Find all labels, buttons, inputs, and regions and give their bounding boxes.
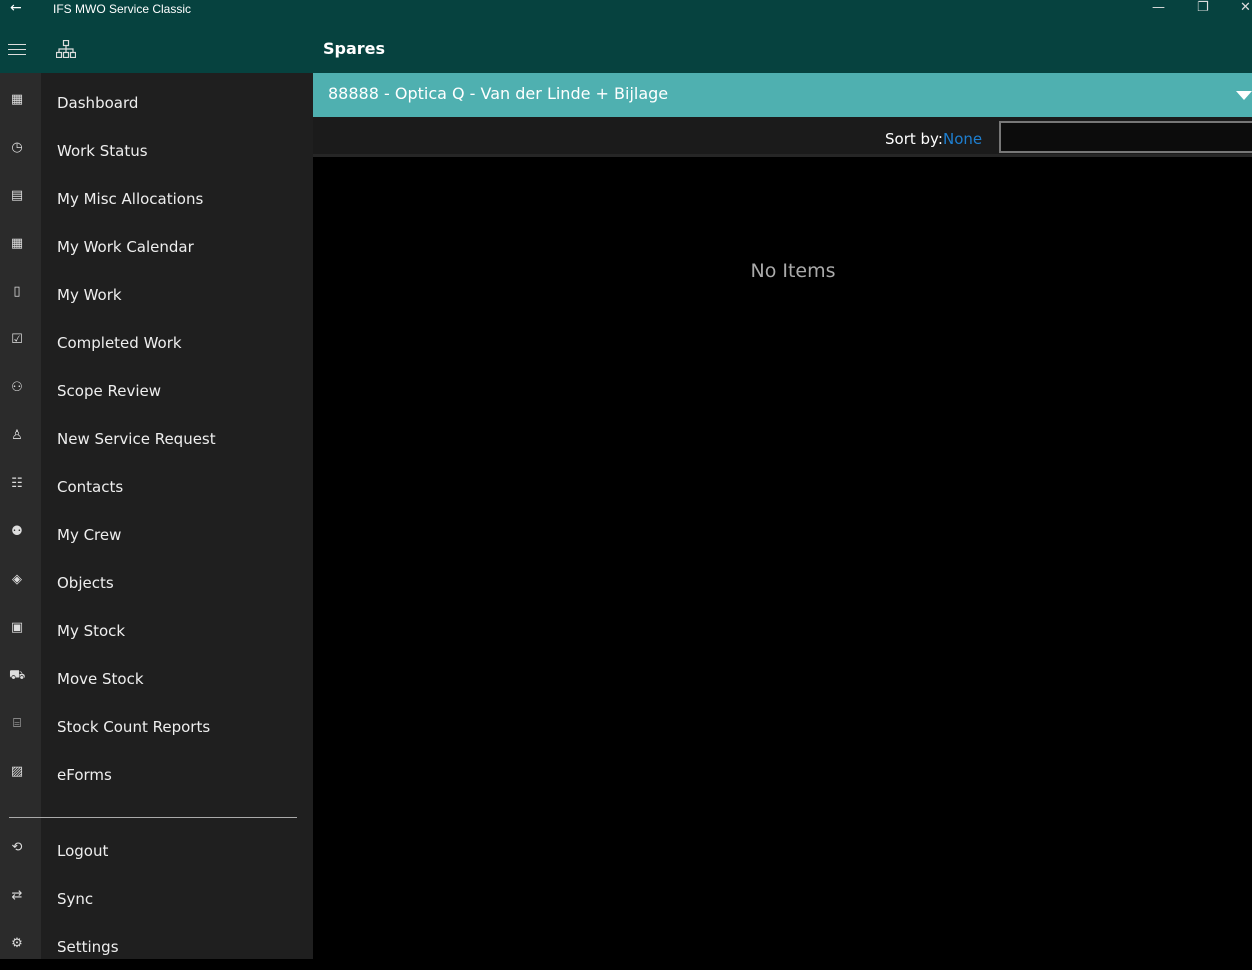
back-button[interactable]: ← xyxy=(10,0,22,16)
sort-bar: Sort by: None xyxy=(313,117,1252,157)
nav-item-move-stock[interactable]: ⛟ Move Stock xyxy=(0,654,313,702)
nav-item-objects[interactable]: ◈ Objects xyxy=(0,558,313,606)
nav-item-new-service-request[interactable]: ♙ New Service Request xyxy=(0,414,313,462)
building-icon: ▣ xyxy=(10,620,24,635)
nav-item-work-status[interactable]: ◷ Work Status xyxy=(0,126,313,174)
sort-value-link[interactable]: None xyxy=(943,130,982,148)
work-order-selector[interactable]: 88888 - Optica Q - Van der Linde + Bijla… xyxy=(313,73,1252,117)
sync-icon: ⇄ xyxy=(11,888,23,903)
nav-item-scope-review[interactable]: ⚇ Scope Review xyxy=(0,366,313,414)
title-bar: ← IFS MWO Service Classic — ❐ ✕ Spares xyxy=(0,0,1252,73)
nav-item-label: Logout xyxy=(57,842,109,860)
nav-item-label: New Service Request xyxy=(57,430,216,448)
nav-item-settings[interactable]: ⚙ Settings xyxy=(0,922,313,970)
nav-item-label: Scope Review xyxy=(57,382,161,400)
nav-item-dashboard[interactable]: ▦ Dashboard xyxy=(0,78,313,126)
nav-item-label: Dashboard xyxy=(57,94,139,112)
sort-label: Sort by: xyxy=(885,130,943,148)
cone-icon: ♙ xyxy=(11,428,23,443)
nav-item-my-crew[interactable]: ⚉ My Crew xyxy=(0,510,313,558)
selected-work-order: 88888 - Optica Q - Van der Linde + Bijla… xyxy=(328,84,669,103)
empty-state-text: No Items xyxy=(750,260,836,282)
nav-divider xyxy=(9,817,297,818)
nav-item-logout[interactable]: ⟲ Logout xyxy=(0,826,313,874)
nav-item-my-stock[interactable]: ▣ My Stock xyxy=(0,606,313,654)
hierarchy-icon[interactable] xyxy=(56,40,76,58)
nav-item-contacts[interactable]: ☷ Contacts xyxy=(0,462,313,510)
nav-item-label: My Crew xyxy=(57,526,122,544)
gear-icon: ⚙ xyxy=(11,936,23,951)
nav-item-label: My Work xyxy=(57,286,122,304)
nav-item-label: Completed Work xyxy=(57,334,182,352)
clock-icon: ◷ xyxy=(11,140,23,155)
nav-item-stock-count-reports[interactable]: ⌸ Stock Count Reports xyxy=(0,702,313,750)
nav-item-label: My Misc Allocations xyxy=(57,190,204,208)
logout-icon: ⟲ xyxy=(11,840,23,855)
nav-item-label: Objects xyxy=(57,574,114,592)
clipboard-check-icon: ☑ xyxy=(11,332,23,347)
clipboard-icon: ▯ xyxy=(13,284,21,299)
nav-item-label: Sync xyxy=(57,890,94,908)
nav-item-my-work[interactable]: ▯ My Work xyxy=(0,270,313,318)
grid-icon: ▦ xyxy=(10,92,24,107)
restore-button[interactable]: ❐ xyxy=(1197,0,1209,15)
truck-icon: ⛟ xyxy=(9,668,26,683)
nav-item-eforms[interactable]: ▨ eForms xyxy=(0,750,313,798)
chevron-down-icon[interactable] xyxy=(1236,91,1252,100)
nav-item-my-misc-allocations[interactable]: ▤ My Misc Allocations xyxy=(0,174,313,222)
close-button[interactable]: ✕ xyxy=(1240,0,1251,15)
handshake-icon: ⚇ xyxy=(11,380,23,395)
nav-item-label: Work Status xyxy=(57,142,148,160)
nav-item-label: Settings xyxy=(57,938,119,956)
nav-item-my-work-calendar[interactable]: ▦ My Work Calendar xyxy=(0,222,313,270)
people-icon: ⚉ xyxy=(11,524,23,539)
list-icon: ▤ xyxy=(10,188,24,203)
contacts-icon: ☷ xyxy=(11,476,23,491)
app-title: IFS MWO Service Classic xyxy=(53,2,192,16)
nav-item-label: Contacts xyxy=(57,478,124,496)
nav-item-sync[interactable]: ⇄ Sync xyxy=(0,874,313,922)
nav-item-label: Move Stock xyxy=(57,670,144,688)
form-icon: ▨ xyxy=(10,764,24,779)
shapes-icon: ◈ xyxy=(12,572,22,587)
nav-item-label: My Work Calendar xyxy=(57,238,194,256)
nav-item-label: eForms xyxy=(57,766,112,784)
nav-item-completed-work[interactable]: ☑ Completed Work xyxy=(0,318,313,366)
minimize-button[interactable]: — xyxy=(1152,0,1165,15)
page-title: Spares xyxy=(323,39,386,58)
nav-item-label: Stock Count Reports xyxy=(57,718,211,736)
calendar-icon: ▦ xyxy=(10,236,24,251)
report-icon: ⌸ xyxy=(13,716,21,731)
nav-item-label: My Stock xyxy=(57,622,126,640)
hamburger-menu-icon[interactable] xyxy=(8,44,26,59)
search-input[interactable] xyxy=(999,121,1252,153)
